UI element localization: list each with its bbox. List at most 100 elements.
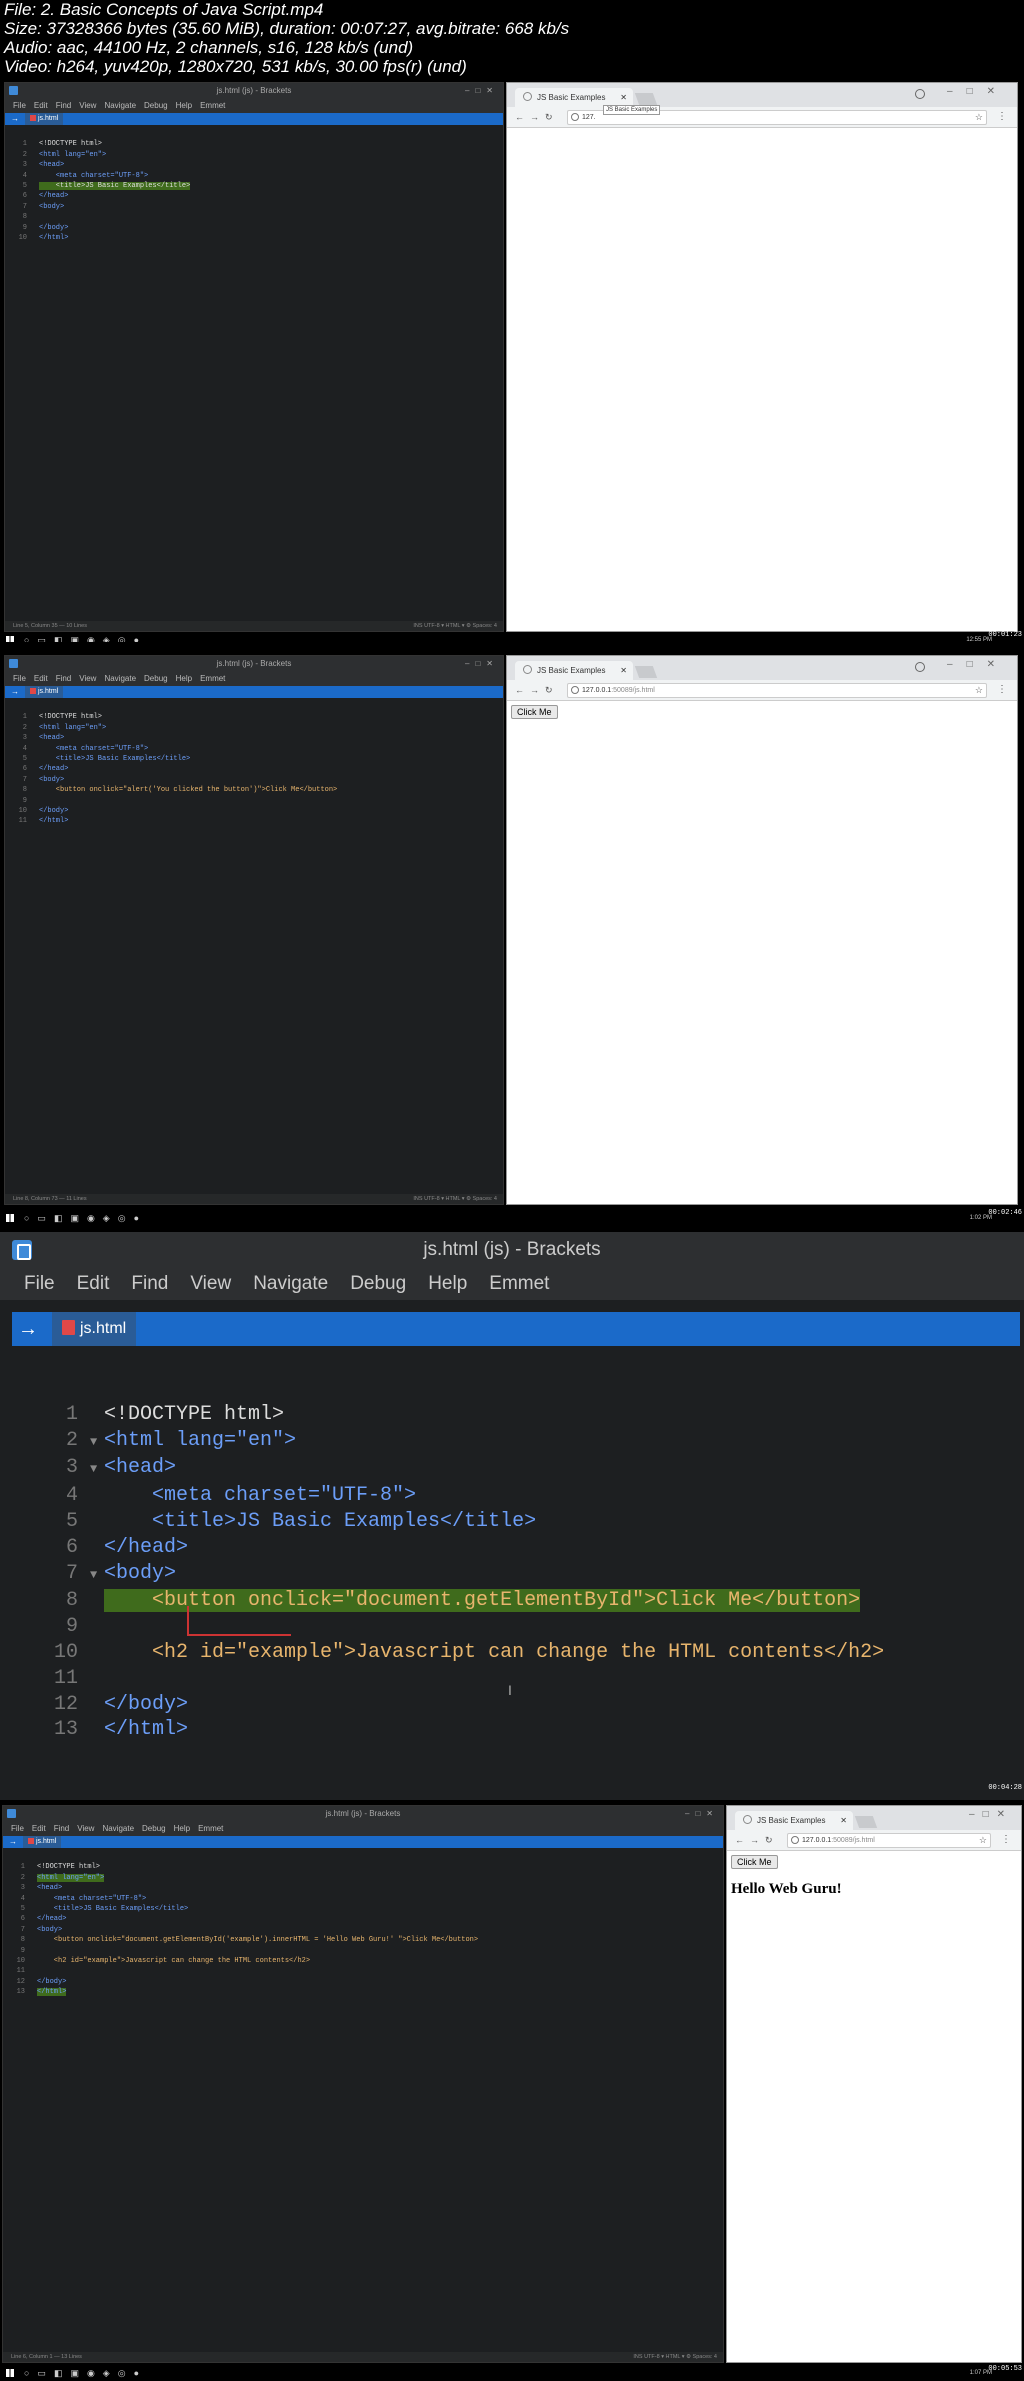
menu-help[interactable]: Help <box>176 674 192 683</box>
menu-help[interactable]: Help <box>176 101 192 110</box>
menu-edit[interactable]: Edit <box>34 674 48 683</box>
window-controls[interactable]: –□✕ <box>465 656 499 672</box>
menu-emmet[interactable]: Emmet <box>200 101 225 110</box>
file-tab-label: js.html <box>80 1320 127 1337</box>
new-tab-button[interactable] <box>634 666 658 678</box>
browser-tab[interactable]: JS Basic Examples ✕ <box>735 1811 853 1830</box>
windows-start-icon[interactable] <box>6 2369 14 2377</box>
address-bar[interactable]: 127.0.0.1:50089/js.html ☆ <box>787 1833 991 1848</box>
windows-taskbar: ○▭◧▣◉◈◎● 12:55 PM <box>0 632 1024 642</box>
arrow-right-icon[interactable]: → <box>11 113 19 125</box>
nav-buttons[interactable]: ←→↻ <box>515 107 559 127</box>
menu-debug[interactable]: Debug <box>144 674 168 683</box>
file-info-line: Audio: aac, 44100 Hz, 2 channels, s16, 1… <box>4 38 414 57</box>
status-bar: Line 8, Column 73 — 11 Lines INS UTF-8 ▾… <box>5 1194 503 1204</box>
close-tab-icon[interactable]: ✕ <box>620 661 627 680</box>
menu-emmet[interactable]: Emmet <box>198 1824 223 1833</box>
taskbar-app-icons[interactable]: ○▭◧▣◉◈◎● <box>24 632 147 642</box>
menu-file[interactable]: File <box>24 1273 55 1294</box>
taskbar-app-icons[interactable]: ○▭◧▣◉◈◎● <box>24 2365 147 2381</box>
chrome-menu-icon[interactable]: ⋮ <box>997 107 1007 127</box>
code-line: 1 <!DOCTYPE html> <box>65 1402 285 1426</box>
status-bar: Line 6, Column 1 — 13 Lines INS UTF-8 ▾ … <box>3 2352 723 2362</box>
arrow-right-icon[interactable]: → <box>11 686 19 698</box>
star-icon[interactable]: ☆ <box>979 1834 987 1847</box>
new-tab-button[interactable] <box>854 1816 878 1828</box>
menu-debug[interactable]: Debug <box>144 101 168 110</box>
menu-file[interactable]: File <box>13 101 26 110</box>
nav-buttons[interactable]: ←→↻ <box>735 1830 779 1850</box>
menu-navigate[interactable]: Navigate <box>102 1824 134 1833</box>
file-tab[interactable]: js.html <box>25 113 64 125</box>
profile-icon[interactable] <box>915 89 925 99</box>
file-tab-label: js.html <box>38 115 59 122</box>
menu-edit[interactable]: Edit <box>34 101 48 110</box>
code-line: 8 <button onclick="document.getElementBy… <box>65 1589 861 1613</box>
menu-debug[interactable]: Debug <box>142 1824 166 1833</box>
file-info-line: File: 2. Basic Concepts of Java Script.m… <box>4 0 324 19</box>
chrome-window: JS Basic Examples ✕ –□✕ ←→↻ 127.0.0.1:500… <box>506 655 1018 1205</box>
menu-bar: File Edit Find View Navigate Debug Help Emmet <box>5 99 503 113</box>
info-icon[interactable] <box>571 113 579 121</box>
window-controls[interactable]: –□✕ <box>685 1806 719 1822</box>
profile-icon[interactable] <box>915 662 925 672</box>
window-controls[interactable]: –□✕ <box>465 83 499 99</box>
browser-tab[interactable]: JS Basic Examples ✕ <box>515 661 633 680</box>
menu-find[interactable]: Find <box>56 674 72 683</box>
click-me-button[interactable]: Click Me <box>731 1855 778 1869</box>
menu-navigate[interactable]: Navigate <box>253 1273 328 1294</box>
file-tab[interactable]: js.html <box>25 686 64 698</box>
window-controls[interactable]: –□✕ <box>947 86 1009 97</box>
menu-help[interactable]: Help <box>428 1273 467 1294</box>
close-tab-icon[interactable]: ✕ <box>840 1811 847 1830</box>
menu-find[interactable]: Find <box>54 1824 70 1833</box>
code-editor[interactable]: 1 <!DOCTYPE html> 2 ▼ <html lang="en"> 3 ▼ <hea… <box>22 1376 1024 1795</box>
file-tab[interactable]: js.html <box>23 1836 62 1848</box>
window-controls[interactable]: –□✕ <box>969 1809 1013 1820</box>
windows-start-icon[interactable] <box>6 636 14 642</box>
menu-edit[interactable]: Edit <box>32 1824 46 1833</box>
status-right: INS UTF-8 ▾ HTML ▾ ⚙ Spaces: 4 <box>413 1196 497 1202</box>
url-host: 127.0.0.1 <box>802 1837 832 1844</box>
info-icon[interactable] <box>571 686 579 694</box>
cursor-position: Line 5, Column 35 — 10 Lines <box>13 623 87 629</box>
chrome-menu-icon[interactable]: ⋮ <box>997 680 1007 700</box>
code-editor[interactable]: 1 <!DOCTYPE html> 2 <html lang="en"> 3 <head>… <box>5 702 503 848</box>
code-editor[interactable]: 1 <!DOCTYPE html> 2 <html lang="en"> 3 <head>… <box>5 129 503 264</box>
address-bar[interactable]: 127.0.0.1:50089/js.html ☆ <box>567 683 987 698</box>
windows-start-icon[interactable] <box>6 1214 14 1222</box>
star-icon[interactable]: ☆ <box>975 111 983 124</box>
arrow-right-icon[interactable]: → <box>18 1312 38 1346</box>
menu-edit[interactable]: Edit <box>77 1273 110 1294</box>
file-tab[interactable]: js.html <box>52 1312 137 1346</box>
taskbar-app-icons[interactable]: ○▭◧▣◉◈◎● <box>24 1210 147 1225</box>
menu-navigate[interactable]: Navigate <box>104 101 136 110</box>
code-editor[interactable]: 1 <!DOCTYPE html> 2 <html lang="en"> 3 <head>… <box>3 1852 723 2019</box>
window-controls[interactable]: –□✕ <box>947 659 1009 670</box>
file-tab-bar: → js.html <box>3 1836 723 1848</box>
info-icon[interactable] <box>791 1836 799 1844</box>
menu-find[interactable]: Find <box>131 1273 168 1294</box>
menu-debug[interactable]: Debug <box>350 1273 406 1294</box>
menu-find[interactable]: Find <box>56 101 72 110</box>
url-path: :50089/js.html <box>831 1837 875 1844</box>
nav-buttons[interactable]: ←→↻ <box>515 680 559 700</box>
menu-navigate[interactable]: Navigate <box>104 674 136 683</box>
tab-tooltip: JS Basic Examples <box>603 105 661 115</box>
file-info: File: 2. Basic Concepts of Java Script.m… <box>4 0 1020 82</box>
cursor-position: Line 6, Column 1 — 13 Lines <box>11 2354 82 2360</box>
menu-help[interactable]: Help <box>174 1824 190 1833</box>
menu-view[interactable]: View <box>79 674 96 683</box>
menu-emmet[interactable]: Emmet <box>200 674 225 683</box>
menu-view[interactable]: View <box>77 1824 94 1833</box>
star-icon[interactable]: ☆ <box>975 684 983 697</box>
new-tab-button[interactable] <box>634 93 658 105</box>
menu-view[interactable]: View <box>190 1273 231 1294</box>
menu-view[interactable]: View <box>79 101 96 110</box>
menu-file[interactable]: File <box>11 1824 24 1833</box>
menu-emmet[interactable]: Emmet <box>489 1273 549 1294</box>
menu-file[interactable]: File <box>13 674 26 683</box>
click-me-button[interactable]: Click Me <box>511 705 558 719</box>
chrome-menu-icon[interactable]: ⋮ <box>1001 1830 1011 1850</box>
arrow-right-icon[interactable]: → <box>9 1836 17 1848</box>
